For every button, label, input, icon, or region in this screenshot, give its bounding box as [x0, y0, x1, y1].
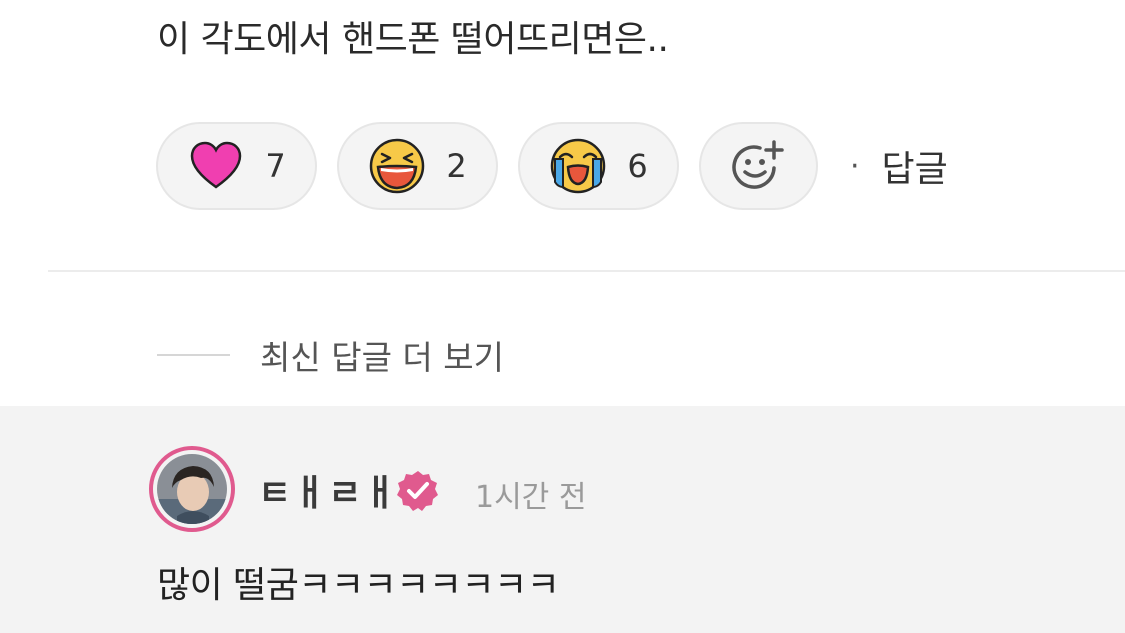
separator-dot: ·: [850, 148, 860, 184]
avatar-photo: [157, 454, 227, 524]
username[interactable]: ㅌㅐㄹㅐ: [258, 464, 398, 516]
reaction-count: 2: [446, 147, 467, 185]
verified-badge-icon: [396, 469, 440, 513]
reply-timestamp: 1시간 전: [475, 480, 587, 515]
comment-text: 이 각도에서 핸드폰 떨어뜨리면은..: [157, 19, 669, 60]
heart-icon: [187, 137, 245, 195]
crying-face-icon: [549, 137, 607, 195]
comment-thread: 이 각도에서 핸드폰 떨어뜨리면은.. 7 2 6 · 답글 최신 답글 더 보…: [0, 0, 1125, 633]
more-replies-button[interactable]: 최신 답글 더 보기: [157, 330, 504, 380]
avatar[interactable]: [149, 446, 235, 532]
reaction-laugh-button[interactable]: 2: [337, 122, 498, 210]
laughing-face-icon: [368, 137, 426, 195]
reaction-heart-button[interactable]: 7: [156, 122, 317, 210]
reaction-count: 7: [265, 147, 286, 185]
divider: [48, 270, 1125, 272]
add-reaction-button[interactable]: [699, 122, 818, 210]
add-reaction-icon: [730, 137, 788, 195]
reaction-bar: 7 2 6 · 답글: [156, 122, 948, 210]
reaction-cry-button[interactable]: 6: [518, 122, 679, 210]
reaction-count: 6: [627, 147, 648, 185]
reply-button[interactable]: 답글: [882, 140, 948, 192]
more-replies-line: [157, 354, 230, 356]
more-replies-label: 최신 답글 더 보기: [260, 338, 504, 377]
reply-text: 많이 떨굼ㅋㅋㅋㅋㅋㅋㅋㅋ: [157, 565, 560, 606]
